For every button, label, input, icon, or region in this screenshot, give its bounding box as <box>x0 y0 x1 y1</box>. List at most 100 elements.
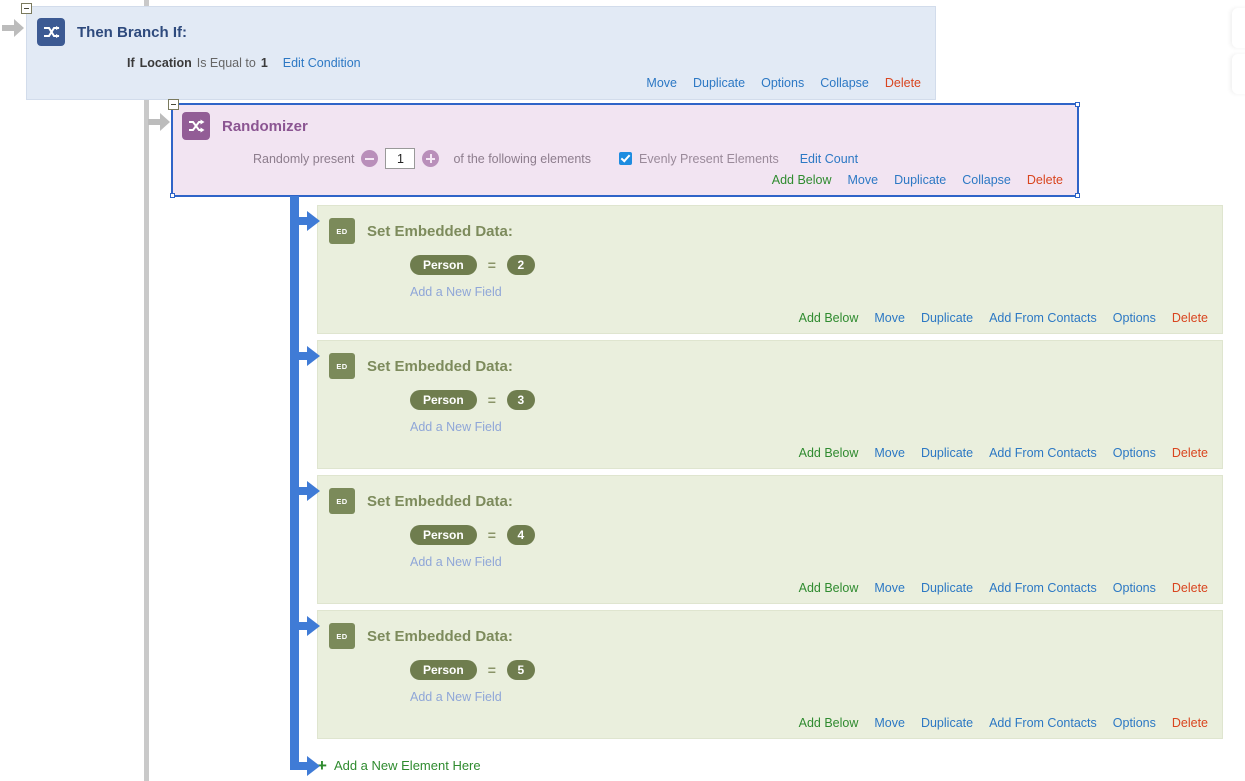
embedded-data-icon-text: ED <box>336 361 348 371</box>
decrement-count-button[interactable] <box>361 150 379 167</box>
randomizer-delete-link[interactable]: Delete <box>1027 173 1063 187</box>
embedded-data-field-value[interactable]: 2 <box>506 255 535 275</box>
embedded-data-add-from-contacts-link[interactable]: Add From Contacts <box>989 446 1097 460</box>
embedded-data-add-from-contacts-link[interactable]: Add From Contacts <box>989 581 1097 595</box>
branch-delete-link[interactable]: Delete <box>885 76 921 90</box>
randomizer-collapse-toggle[interactable] <box>168 99 179 110</box>
embedded-data-move-link[interactable]: Move <box>874 311 905 325</box>
embedded-data-header: ED Set Embedded Data: <box>318 206 1222 244</box>
add-a-new-field-link[interactable]: Add a New Field <box>410 690 1222 704</box>
embedded-data-inbound-arrow <box>296 616 320 636</box>
evenly-present-group: Evenly Present Elements Edit Count <box>619 152 858 166</box>
embedded-data-add-below-link[interactable]: Add Below <box>799 716 859 730</box>
embedded-data-icon-text: ED <box>336 496 348 506</box>
arrow-head <box>160 113 170 131</box>
embedded-data-inbound-arrow <box>296 481 320 501</box>
embedded-data-move-link[interactable]: Move <box>874 446 905 460</box>
embedded-data-options-link[interactable]: Options <box>1113 311 1156 325</box>
then-branch-card[interactable]: Then Branch If: If Location Is Equal to … <box>26 6 936 100</box>
embedded-data-field-name[interactable]: Person <box>410 660 477 680</box>
embedded-data-icon-text: ED <box>336 226 348 236</box>
increment-count-button[interactable] <box>422 150 440 167</box>
embedded-data-field-name[interactable]: Person <box>410 390 477 410</box>
embedded-data-delete-link[interactable]: Delete <box>1172 446 1208 460</box>
branch-arrows-icon <box>37 18 65 46</box>
branch-duplicate-link[interactable]: Duplicate <box>693 76 745 90</box>
survey-flow-canvas: Then Branch If: If Location Is Equal to … <box>0 0 1245 781</box>
condition-field: Location <box>139 56 192 70</box>
set-embedded-data-card[interactable]: ED Set Embedded Data: Person = 2 Add a New Fi… <box>317 205 1223 334</box>
branch-condition: If Location Is Equal to 1 Edit Condition <box>127 56 935 70</box>
branch-move-link[interactable]: Move <box>646 76 677 90</box>
arrow-head <box>14 19 24 37</box>
embedded-data-title: Set Embedded Data: <box>367 492 513 510</box>
set-embedded-data-card[interactable]: ED Set Embedded Data: Person = 4 Add a New Fi… <box>317 475 1223 604</box>
resize-handle-bottom-left[interactable] <box>170 193 175 198</box>
randomizer-duplicate-link[interactable]: Duplicate <box>894 173 946 187</box>
randomizer-inbound-arrow <box>148 113 170 131</box>
embedded-data-action-links: Add Below Move Duplicate Add From Contacts O… <box>799 581 1208 595</box>
branch-collapse-toggle[interactable] <box>21 3 32 14</box>
embedded-data-field-value[interactable]: 5 <box>506 660 535 680</box>
branch-inbound-arrow <box>2 19 24 37</box>
branch-header: Then Branch If: <box>27 7 935 46</box>
add-a-new-field-link[interactable]: Add a New Field <box>410 420 1222 434</box>
embedded-data-add-below-link[interactable]: Add Below <box>799 581 859 595</box>
add-element-arrow <box>296 756 320 776</box>
embedded-data-delete-link[interactable]: Delete <box>1172 581 1208 595</box>
add-new-element-here-button[interactable]: + Add a New Element Here <box>317 757 481 774</box>
embedded-data-add-below-link[interactable]: Add Below <box>799 311 859 325</box>
branch-collapse-link[interactable]: Collapse <box>820 76 869 90</box>
embedded-data-title: Set Embedded Data: <box>367 357 513 375</box>
edit-count-link[interactable]: Edit Count <box>800 152 858 166</box>
evenly-present-checkbox[interactable] <box>619 152 633 165</box>
embedded-data-field-value[interactable]: 3 <box>506 390 535 410</box>
randomizer-card[interactable]: Randomizer Randomly present of the follo… <box>170 102 1080 198</box>
randomizer-add-below-link[interactable]: Add Below <box>772 173 832 187</box>
equals-sign: = <box>487 527 496 543</box>
embedded-data-title: Set Embedded Data: <box>367 627 513 645</box>
embedded-data-field-row: Person = 2 <box>410 255 1222 275</box>
embedded-data-field-row: Person = 4 <box>410 525 1222 545</box>
embedded-data-delete-link[interactable]: Delete <box>1172 716 1208 730</box>
embedded-data-delete-link[interactable]: Delete <box>1172 311 1208 325</box>
add-a-new-field-link[interactable]: Add a New Field <box>410 285 1222 299</box>
set-embedded-data-card[interactable]: ED Set Embedded Data: Person = 3 Add a New Fi… <box>317 340 1223 469</box>
embedded-data-move-link[interactable]: Move <box>874 716 905 730</box>
embedded-data-icon: ED <box>329 488 355 514</box>
arrow-head <box>307 756 320 776</box>
add-new-element-label: Add a New Element Here <box>333 758 481 773</box>
embedded-data-add-below-link[interactable]: Add Below <box>799 446 859 460</box>
embedded-data-header: ED Set Embedded Data: <box>318 476 1222 514</box>
resize-handle-bottom-right[interactable] <box>1075 193 1080 198</box>
branch-title: Then Branch If: <box>77 23 188 41</box>
embedded-data-add-from-contacts-link[interactable]: Add From Contacts <box>989 716 1097 730</box>
embedded-data-add-from-contacts-link[interactable]: Add From Contacts <box>989 311 1097 325</box>
embedded-data-duplicate-link[interactable]: Duplicate <box>921 446 973 460</box>
randomizer-title: Randomizer <box>222 117 308 135</box>
shuffle-icon <box>182 112 210 140</box>
embedded-data-options-link[interactable]: Options <box>1113 581 1156 595</box>
embedded-data-duplicate-link[interactable]: Duplicate <box>921 581 973 595</box>
embedded-data-move-link[interactable]: Move <box>874 581 905 595</box>
randomizer-collapse-link[interactable]: Collapse <box>962 173 1011 187</box>
embedded-data-field-name[interactable]: Person <box>410 255 477 275</box>
arrow-head <box>307 211 320 231</box>
branch-options-link[interactable]: Options <box>761 76 804 90</box>
edit-condition-link[interactable]: Edit Condition <box>283 56 361 70</box>
randomizer-count-input[interactable] <box>385 148 416 169</box>
embedded-data-duplicate-link[interactable]: Duplicate <box>921 716 973 730</box>
branch-action-links: Move Duplicate Options Collapse Delete <box>646 76 921 90</box>
equals-sign: = <box>487 662 496 678</box>
embedded-data-field-name[interactable]: Person <box>410 525 477 545</box>
set-embedded-data-card[interactable]: ED Set Embedded Data: Person = 5 Add a New Fi… <box>317 610 1223 739</box>
embedded-data-options-link[interactable]: Options <box>1113 716 1156 730</box>
equals-sign: = <box>487 392 496 408</box>
embedded-data-duplicate-link[interactable]: Duplicate <box>921 311 973 325</box>
randomizer-move-link[interactable]: Move <box>848 173 879 187</box>
condition-if-label: If <box>127 56 135 70</box>
embedded-data-field-value[interactable]: 4 <box>506 525 535 545</box>
add-a-new-field-link[interactable]: Add a New Field <box>410 555 1222 569</box>
embedded-data-options-link[interactable]: Options <box>1113 446 1156 460</box>
resize-handle-top-right[interactable] <box>1075 102 1080 107</box>
